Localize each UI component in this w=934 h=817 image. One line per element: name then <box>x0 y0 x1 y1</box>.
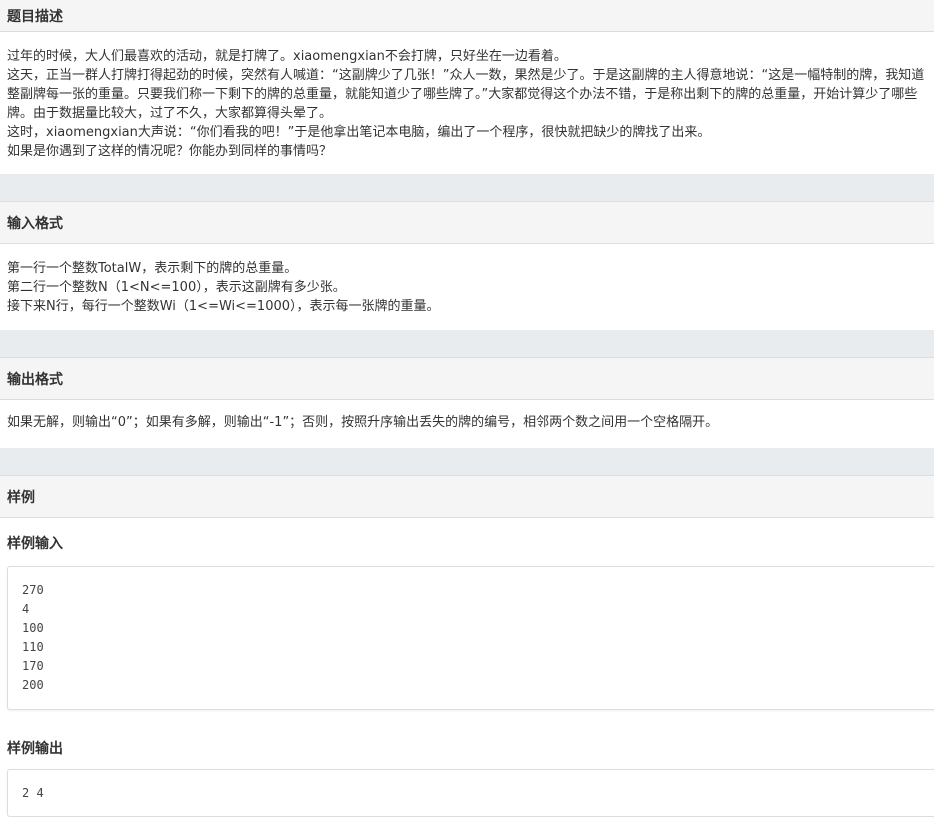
samples-title: 样例 <box>7 489 35 506</box>
description-paragraph-2: 这天，正当一群人打牌打得起劲的时候，突然有人喊道：“这副牌少了几张！”众人一数，… <box>7 68 925 121</box>
section-gap <box>0 330 934 357</box>
output-format-title: 输出格式 <box>7 371 63 388</box>
section-gap <box>0 448 934 475</box>
input-format-line-2: 第二行一个整数N（1<N<=100），表示这副牌有多少张。 <box>7 280 346 295</box>
output-format-heading: 输出格式 <box>0 357 934 400</box>
sample-input-label: 样例输入 <box>7 536 63 552</box>
description-paragraph-1: 过年的时候，大人们最喜欢的活动，就是打牌了。xiaomengxian不会打牌，只… <box>7 49 567 64</box>
description-paragraph-4: 如果是你遇到了这样的情况呢？你能办到同样的事情吗？ <box>7 144 333 159</box>
description-title: 题目描述 <box>7 8 63 25</box>
sample-output-block: 2 4 <box>7 769 934 817</box>
description-body: 过年的时候，大人们最喜欢的活动，就是打牌了。xiaomengxian不会打牌，只… <box>0 32 934 174</box>
sample-input-title: 样例输入 <box>0 518 934 566</box>
output-format-body: 如果无解，则输出“0”；如果有多解，则输出“-1”；否则，按照升序输出丢失的牌的… <box>0 400 934 448</box>
input-format-title: 输入格式 <box>7 215 63 232</box>
input-format-line-3: 接下来N行，每行一个整数Wi（1<=Wi<=1000），表示每一张牌的重量。 <box>7 299 440 314</box>
sample-input-block: 270 4 100 110 170 200 <box>7 566 934 710</box>
input-format-body: 第一行一个整数TotalW，表示剩下的牌的总重量。 第二行一个整数N（1<N<=… <box>0 244 934 330</box>
sample-output-label: 样例输出 <box>7 741 63 757</box>
description-heading: 题目描述 <box>0 0 934 32</box>
samples-heading: 样例 <box>0 475 934 518</box>
input-format-line-1: 第一行一个整数TotalW，表示剩下的牌的总重量。 <box>7 261 298 276</box>
sample-output-title: 样例输出 <box>0 710 934 769</box>
output-format-line-1: 如果无解，则输出“0”；如果有多解，则输出“-1”；否则，按照升序输出丢失的牌的… <box>7 415 719 430</box>
section-gap <box>0 174 934 201</box>
input-format-heading: 输入格式 <box>0 201 934 244</box>
description-paragraph-3: 这时，xiaomengxian大声说：“你们看我的吧！”于是他拿出笔记本电脑，编… <box>7 125 711 140</box>
